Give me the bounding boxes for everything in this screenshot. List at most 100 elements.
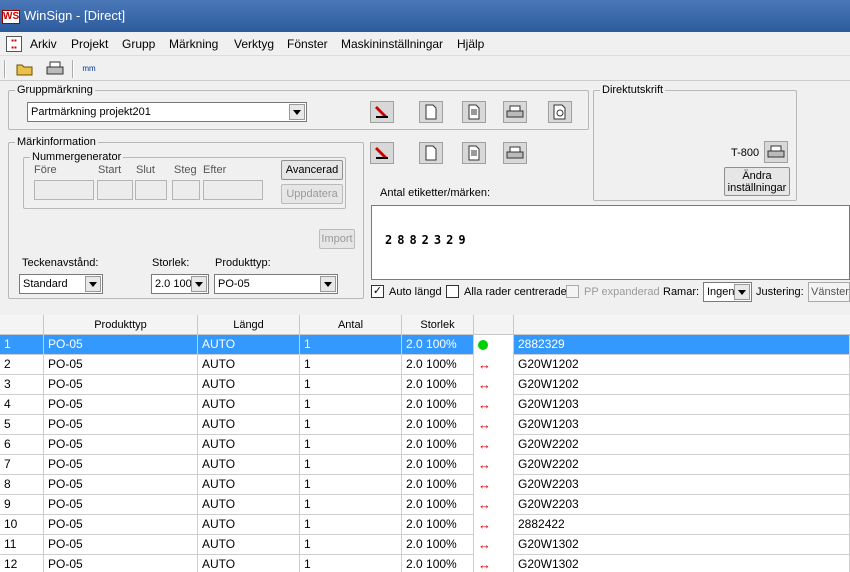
cell-size: 2.0 100% xyxy=(402,415,474,435)
auto-length-checkbox[interactable]: ✓ xyxy=(371,285,384,298)
cell-text: G20W1203 xyxy=(514,415,850,435)
spacing-select[interactable]: Standard xyxy=(19,274,103,294)
pp-expanded-checkbox[interactable] xyxy=(566,285,579,298)
cell-size: 2.0 100% xyxy=(402,335,474,355)
frame-label: Ramar: xyxy=(663,286,700,298)
chevron-down-icon[interactable] xyxy=(85,276,101,292)
column-header-length[interactable]: Längd xyxy=(198,315,300,335)
new-page-icon[interactable] xyxy=(419,142,443,164)
before-field[interactable] xyxy=(34,180,94,200)
status-cell: ↔ xyxy=(474,415,514,435)
cell-qty: 1 xyxy=(300,335,402,355)
print-icon[interactable] xyxy=(44,59,66,79)
status-ok-icon xyxy=(478,340,488,350)
import-button[interactable]: Import xyxy=(319,229,355,249)
document-icon[interactable]: ▪▪ ▪▪ xyxy=(6,36,22,52)
cell-type: PO-05 xyxy=(44,435,198,455)
open-folder-icon[interactable] xyxy=(14,59,36,79)
center-all-checkbox[interactable] xyxy=(446,285,459,298)
chevron-down-icon[interactable] xyxy=(734,284,750,300)
cell-size: 2.0 100% xyxy=(402,555,474,572)
table-row[interactable]: 3 PO-05 AUTO 1 2.0 100% ↔ G20W1202 xyxy=(0,375,850,395)
update-button[interactable]: Uppdatera xyxy=(281,184,343,204)
edit-page-icon[interactable] xyxy=(462,142,486,164)
chevron-down-icon[interactable] xyxy=(289,104,305,120)
edit-page-icon[interactable] xyxy=(462,101,486,123)
printer-icon[interactable] xyxy=(503,142,527,164)
cell-type: PO-05 xyxy=(44,535,198,555)
size-select[interactable]: 2.0 100 xyxy=(151,274,209,294)
status-cell xyxy=(474,335,514,355)
status-expand-icon: ↔ xyxy=(478,517,491,532)
table-row[interactable]: 1 PO-05 AUTO 1 2.0 100% 2882329 xyxy=(0,335,850,355)
column-header-index[interactable] xyxy=(0,315,44,335)
table-row[interactable]: 9 PO-05 AUTO 1 2.0 100% ↔ G20W2203 xyxy=(0,495,850,515)
table-row[interactable]: 6 PO-05 AUTO 1 2.0 100% ↔ G20W2202 xyxy=(0,435,850,455)
column-header-quantity[interactable]: Antal xyxy=(300,315,402,335)
print-preview-icon[interactable] xyxy=(548,101,572,123)
labels-count-label: Antal etiketter/märken: xyxy=(380,187,491,199)
menu-maskininstallningar[interactable]: Maskininställningar xyxy=(341,37,443,51)
end-field[interactable] xyxy=(135,180,167,200)
table-row[interactable]: 4 PO-05 AUTO 1 2.0 100% ↔ G20W1203 xyxy=(0,395,850,415)
menu-fonster[interactable]: Fönster xyxy=(287,37,328,51)
status-cell: ↔ xyxy=(474,375,514,395)
cell-n: 6 xyxy=(0,435,44,455)
chevron-down-icon[interactable] xyxy=(191,276,207,292)
cell-text: G20W1302 xyxy=(514,535,850,555)
direct-print-legend: Direktutskrift xyxy=(600,84,666,96)
step-field[interactable] xyxy=(172,180,200,200)
menu-arkiv[interactable]: Arkiv xyxy=(30,37,57,51)
table-row[interactable]: 12 PO-05 AUTO 1 2.0 100% ↔ G20W1302 xyxy=(0,555,850,572)
table-row[interactable]: 11 PO-05 AUTO 1 2.0 100% ↔ G20W1302 xyxy=(0,535,850,555)
product-type-select[interactable]: PO-05 xyxy=(214,274,338,294)
marker-pen-icon[interactable] xyxy=(370,101,394,123)
mm-scale-icon[interactable]: mm xyxy=(78,59,100,79)
cell-text: G20W1203 xyxy=(514,395,850,415)
label-table: Produkttyp Längd Antal Storlek 1 PO-05 AUT… xyxy=(0,315,850,572)
menu-projekt[interactable]: Projekt xyxy=(71,37,108,51)
group-select[interactable]: Partmärkning projekt201 xyxy=(27,102,307,122)
status-expand-icon: ↔ xyxy=(478,397,491,412)
marker-pen-icon[interactable] xyxy=(370,142,394,164)
table-row[interactable]: 5 PO-05 AUTO 1 2.0 100% ↔ G20W1203 xyxy=(0,415,850,435)
change-settings-button[interactable]: Ändra inställningar xyxy=(724,167,790,196)
justify-select[interactable]: Vänster xyxy=(808,282,850,302)
cell-length: AUTO xyxy=(198,415,300,435)
cell-length: AUTO xyxy=(198,375,300,395)
toolbar-separator xyxy=(72,60,74,78)
start-field[interactable] xyxy=(97,180,133,200)
status-expand-icon: ↔ xyxy=(478,477,491,492)
new-page-icon[interactable] xyxy=(419,101,443,123)
menu-hjalp[interactable]: Hjälp xyxy=(457,37,484,51)
status-cell: ↔ xyxy=(474,455,514,475)
frame-select[interactable]: Ingen xyxy=(703,282,752,302)
printer-icon[interactable] xyxy=(764,141,788,163)
column-header-product-type[interactable]: Produkttyp xyxy=(44,315,198,335)
table-row[interactable]: 8 PO-05 AUTO 1 2.0 100% ↔ G20W2203 xyxy=(0,475,850,495)
cell-qty: 1 xyxy=(300,515,402,535)
table-row[interactable]: 2 PO-05 AUTO 1 2.0 100% ↔ G20W1202 xyxy=(0,355,850,375)
menu-grupp[interactable]: Grupp xyxy=(122,37,155,51)
table-row[interactable]: 10 PO-05 AUTO 1 2.0 100% ↔ 2882422 xyxy=(0,515,850,535)
cell-type: PO-05 xyxy=(44,515,198,535)
chevron-down-icon[interactable] xyxy=(320,276,336,292)
after-field[interactable] xyxy=(203,180,263,200)
menu-verktyg[interactable]: Verktyg xyxy=(234,37,274,51)
cell-length: AUTO xyxy=(198,555,300,572)
label-preview-area[interactable]: 2882329 xyxy=(371,205,850,280)
preview-text: 2882329 xyxy=(385,233,471,247)
cell-qty: 1 xyxy=(300,455,402,475)
cell-qty: 1 xyxy=(300,435,402,455)
cell-n: 7 xyxy=(0,455,44,475)
cell-qty: 1 xyxy=(300,415,402,435)
printer-icon[interactable] xyxy=(503,101,527,123)
table-row[interactable]: 7 PO-05 AUTO 1 2.0 100% ↔ G20W2202 xyxy=(0,455,850,475)
column-header-size[interactable]: Storlek xyxy=(402,315,474,335)
cell-text: G20W1302 xyxy=(514,555,850,572)
advanced-button[interactable]: Avancerad xyxy=(281,160,343,180)
menu-markning[interactable]: Märkning xyxy=(169,37,218,51)
column-header-text[interactable] xyxy=(514,315,850,335)
cell-size: 2.0 100% xyxy=(402,535,474,555)
column-header-status[interactable] xyxy=(474,315,514,335)
